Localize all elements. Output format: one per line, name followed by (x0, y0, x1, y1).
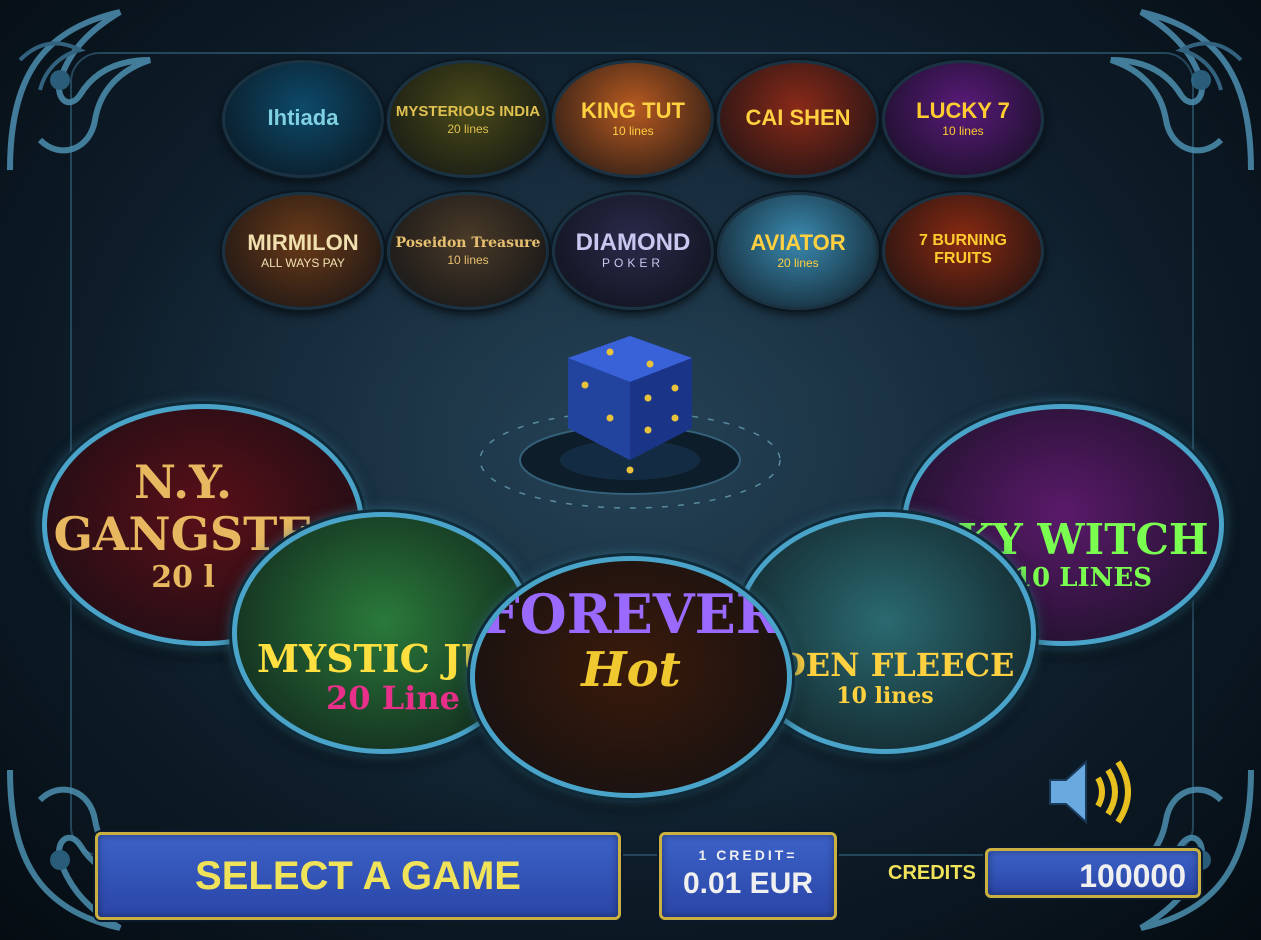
game-subtitle: 20 lines (447, 121, 489, 136)
game-title: FOREVER (481, 582, 781, 646)
game-icon-lucky-7[interactable]: LUCKY 7 10 lines (882, 60, 1044, 178)
game-icon-7-burning-fruits[interactable]: 7 BURNING FRUITS (882, 192, 1044, 310)
game-title: KING TUT (581, 98, 685, 123)
game-subtitle: 20 Line (326, 679, 460, 717)
select-game-banner: SELECT A GAME (95, 832, 621, 920)
game-icon-king-tut[interactable]: KING TUT 10 lines (552, 60, 714, 178)
game-title: 7 BURNING FRUITS (918, 232, 1007, 267)
game-subtitle: 20 lines (777, 256, 819, 270)
game-icon-aviator[interactable]: AVIATOR 20 lines (717, 192, 879, 310)
game-subtitle: 10 lines (447, 253, 489, 267)
game-title: DIAMOND (575, 229, 691, 256)
corner-ornament-icon (7, 9, 151, 171)
denomination-value: 0.01 EUR (682, 867, 814, 900)
credits-value: 100000 (1079, 858, 1186, 894)
game-icon-cai-shen[interactable]: CAI SHEN (717, 60, 879, 178)
game-subtitle: 10 lines (836, 683, 934, 709)
denomination-label: 1 CREDIT= (698, 847, 798, 863)
game-icon-ihtiada[interactable]: Ihtiada (222, 60, 384, 178)
game-title: LUCKY 7 (916, 98, 1010, 123)
corner-ornament-icon (1110, 9, 1254, 171)
game-lobby: Ihtiada MYSTERIOUS INDIA 20 lines KING TU… (0, 0, 1261, 940)
game-title: MYSTERIOUS INDIA (395, 102, 541, 120)
game-subtitle: Hot (581, 642, 681, 698)
game-subtitle: 10 lines (612, 124, 654, 138)
game-icon-mysterious-india[interactable]: MYSTERIOUS INDIA 20 lines (387, 60, 549, 178)
game-icon-forever-hot[interactable]: FOREVER Hot (470, 556, 792, 798)
game-title: Ihtiada (267, 105, 339, 130)
select-game-label: SELECT A GAME (195, 854, 521, 898)
game-icon-poseidon-treasure[interactable]: Poseidon Treasure 10 lines (387, 192, 549, 310)
dice-icon (479, 336, 781, 509)
game-title: LDEN FLEECE (755, 646, 1015, 684)
game-title: Poseidon Treasure (395, 235, 541, 251)
game-icon-diamond-poker[interactable]: DIAMOND POKER (552, 192, 714, 310)
speaker-icon[interactable] (1042, 752, 1142, 832)
game-title: CAI SHEN (745, 105, 851, 130)
credits-display: 100000 (985, 848, 1201, 898)
game-icon-mirmilon[interactable]: MIRMILON ALL WAYS PAY (222, 192, 384, 310)
game-subtitle: POKER (601, 256, 664, 270)
game-title: AVIATOR (750, 230, 846, 255)
game-subtitle: 10 lines (942, 124, 984, 138)
credits-label: CREDITS (888, 862, 976, 884)
game-subtitle: 20 l (151, 559, 215, 595)
game-title: MIRMILON (247, 230, 359, 255)
game-subtitle: 10 LINES (1013, 563, 1153, 593)
game-subtitle: ALL WAYS PAY (261, 256, 345, 270)
denomination-button[interactable]: 1 CREDIT= 0.01 EUR (659, 832, 837, 920)
